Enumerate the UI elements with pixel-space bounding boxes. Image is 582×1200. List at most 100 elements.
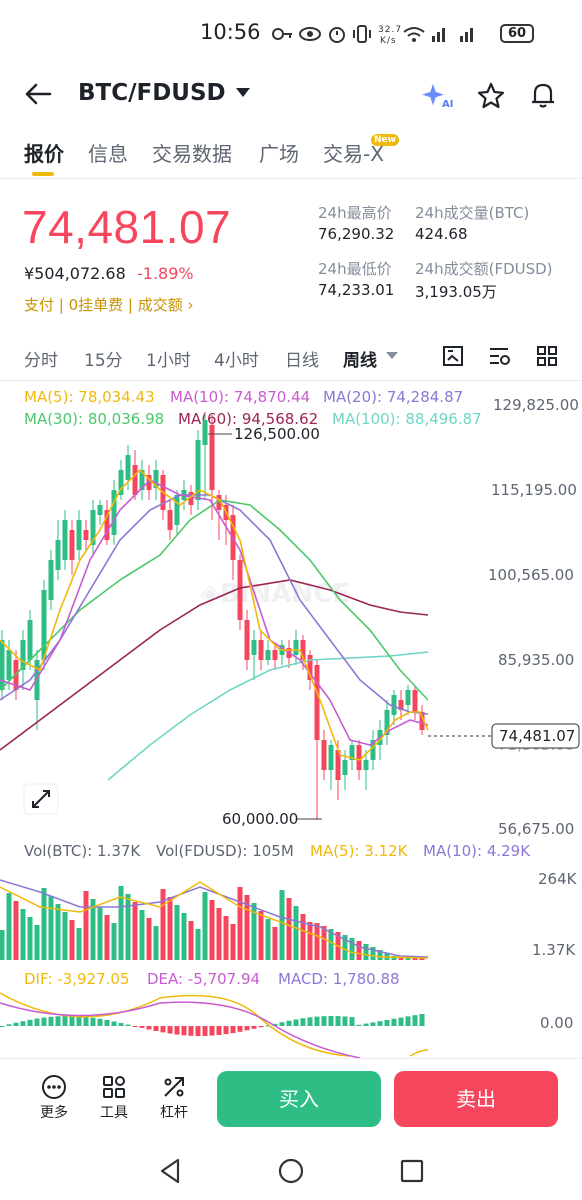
low-label: 24h最低价: [318, 260, 392, 278]
macd-bar: [0, 1026, 5, 1027]
ai-sparkle-icon[interactable]: AI: [422, 82, 454, 110]
candle-body: [237, 560, 243, 620]
macd-bar: [216, 1026, 222, 1035]
macd-bar: [146, 1026, 152, 1030]
chart-settings-icon[interactable]: [487, 344, 511, 368]
leverage-button[interactable]: 杠杆: [149, 1074, 199, 1122]
back-arrow-icon[interactable]: [24, 82, 52, 106]
tools-label: 工具: [100, 1105, 128, 1121]
volume-bar: [230, 924, 236, 960]
macd-bar: [202, 1026, 208, 1036]
macd-bar: [195, 1026, 201, 1036]
candle-body: [405, 690, 411, 705]
tools-grid-icon: [103, 1076, 125, 1098]
interval-4h[interactable]: 4小时: [214, 346, 259, 371]
volume-bar: [6, 893, 12, 960]
volume-bar: [307, 922, 313, 960]
candlestick-chart[interactable]: ◈BINANCE: [0, 380, 582, 840]
indicator-settings-icon[interactable]: [441, 344, 465, 368]
tab-trading-data[interactable]: 交易数据: [152, 138, 232, 167]
more-button[interactable]: 更多: [29, 1074, 79, 1122]
interval-1h[interactable]: 1小时: [146, 346, 191, 371]
vol-btc-label: 24h成交量(BTC): [415, 204, 530, 222]
candle-body: [76, 520, 82, 550]
candle-body: [97, 505, 103, 515]
active-tab-indicator: [32, 172, 54, 176]
tab-info[interactable]: 信息: [88, 138, 128, 167]
interval-15m[interactable]: 15分: [84, 346, 123, 371]
status-icons: 32.7 K/s: [270, 22, 490, 50]
ma10-line: [0, 479, 429, 746]
interval-line[interactable]: 分时: [24, 346, 58, 371]
status-indicator-icons: 32.7 K/s: [272, 25, 473, 46]
volume-bar: [153, 926, 159, 960]
macd-bar: [342, 1016, 348, 1026]
volume-bar: [216, 908, 222, 960]
volume-bar: [13, 901, 19, 960]
ma5-line: [0, 468, 429, 761]
macd-bar: [230, 1026, 236, 1034]
macd-bar: [328, 1016, 334, 1026]
nav-back-icon[interactable]: [158, 1158, 182, 1184]
tab-quote[interactable]: 报价: [24, 138, 64, 167]
macd-bar: [20, 1021, 26, 1026]
volume-bar: [83, 891, 89, 960]
macd-bar: [76, 1016, 82, 1026]
volume-bar: [97, 907, 103, 960]
macd-bar: [335, 1016, 341, 1026]
leverage-percent-icon: [164, 1077, 184, 1097]
macd-bar: [391, 1018, 397, 1026]
macd-dea-line: [0, 1001, 361, 1058]
macd-dea-legend: DEA: -5,707.94: [147, 970, 261, 988]
interval-1d[interactable]: 日线: [285, 346, 319, 371]
svg-text:K/s: K/s: [380, 36, 397, 46]
macd-bar: [398, 1017, 404, 1026]
macd-bar: [118, 1022, 124, 1026]
volume-bar: [363, 944, 369, 960]
candle-body: [314, 665, 320, 740]
macd-value-legend: MACD: 1,780.88: [278, 970, 400, 988]
buy-button[interactable]: 买入: [217, 1071, 381, 1127]
macd-bar: [314, 1016, 320, 1026]
macd-bar: [307, 1017, 313, 1026]
macd-bar: [104, 1020, 110, 1026]
tab-square[interactable]: 广场: [259, 138, 299, 167]
low-annotation: 60,000.00: [222, 810, 299, 828]
candle-body: [167, 510, 173, 530]
candle-body: [265, 650, 271, 660]
tools-button[interactable]: 工具: [89, 1074, 139, 1122]
candle-body: [363, 760, 369, 770]
macd-bar: [41, 1017, 47, 1026]
nav-recents-icon[interactable]: [400, 1159, 424, 1183]
nav-home-icon[interactable]: [278, 1158, 304, 1184]
vol-ma5-legend: MA(5): 3.12K: [310, 842, 408, 860]
candle-body: [132, 465, 138, 495]
candle-body: [48, 560, 54, 600]
sell-button[interactable]: 卖出: [394, 1071, 558, 1127]
vol-fdusd-label: 24h成交额(FDUSD): [415, 260, 553, 278]
volume-bar: [279, 890, 285, 960]
status-time: 10:56: [200, 20, 261, 44]
macd-bar: [244, 1026, 250, 1031]
volume-bars: [0, 886, 425, 960]
trading-pair-title[interactable]: BTC/FDUSD: [78, 80, 226, 106]
interval-dropdown-icon[interactable]: [386, 352, 398, 359]
macd-bar: [111, 1021, 117, 1026]
pair-dropdown-caret-icon[interactable]: [236, 88, 250, 97]
feature-tags[interactable]: 支付 | 0挂单费 | 成交额 ›: [24, 294, 194, 315]
macd-bar: [69, 1016, 75, 1026]
macd-bar: [167, 1026, 173, 1034]
divider: [0, 1058, 582, 1059]
macd-bar: [6, 1024, 12, 1026]
favorite-star-icon[interactable]: [477, 82, 505, 110]
macd-bar: [181, 1026, 187, 1036]
price-cny: ¥504,072.68: [24, 264, 126, 283]
volume-bar: [195, 929, 201, 960]
candle-body: [55, 540, 61, 570]
macd-bar: [412, 1015, 418, 1026]
macd-bar: [237, 1026, 243, 1032]
notification-bell-icon[interactable]: [529, 80, 557, 110]
layout-grid-icon[interactable]: [535, 344, 559, 368]
volume-bar: [202, 892, 208, 960]
interval-1w[interactable]: 周线: [343, 346, 377, 371]
